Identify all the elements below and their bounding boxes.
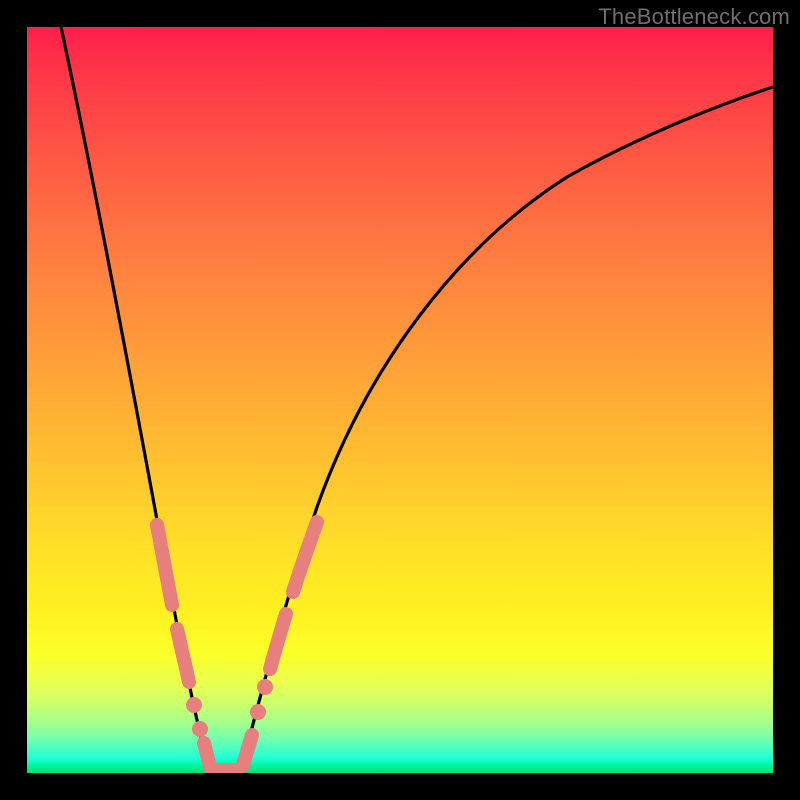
marker-right-dot-2 <box>257 679 273 695</box>
marker-left-3 <box>204 743 210 767</box>
plot-area <box>27 27 773 773</box>
marker-left-1 <box>157 525 172 605</box>
curve-layer <box>27 27 773 773</box>
marker-right-dot-1 <box>250 704 266 720</box>
marker-right-3 <box>293 522 317 592</box>
marker-right-1 <box>243 735 252 765</box>
bottleneck-curve <box>61 27 773 770</box>
chart-frame: TheBottleneck.com <box>0 0 800 800</box>
marker-left-dot-2 <box>192 721 208 737</box>
marker-right-2 <box>270 614 286 669</box>
watermark-text: TheBottleneck.com <box>598 4 790 30</box>
marker-left-2 <box>177 629 189 682</box>
marker-left-dot-1 <box>186 697 202 713</box>
